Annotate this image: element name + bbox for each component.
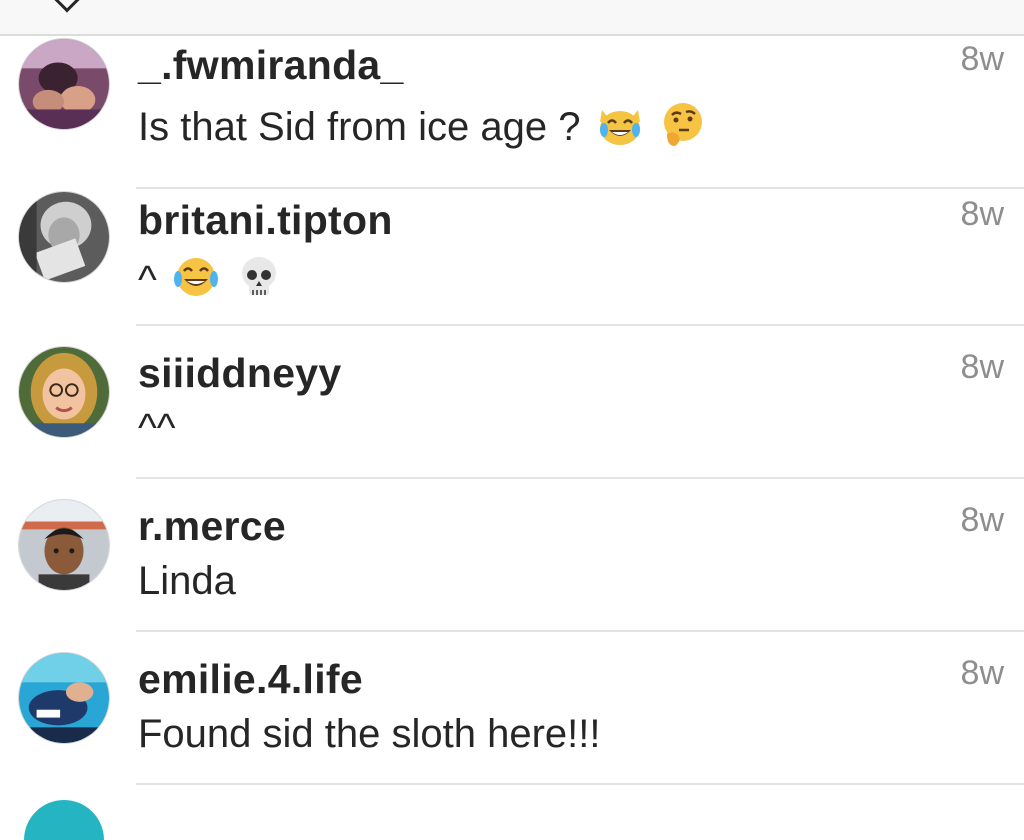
comment-text: Linda [138,559,236,603]
comment-username[interactable]: _.fwmiranda_ [138,42,404,89]
avatar[interactable] [18,499,110,591]
avatar[interactable] [18,191,110,283]
comment-row[interactable]: r.merce Linda 8w [0,479,1024,632]
comment-row[interactable]: siiiddneyy ^^ 8w [0,326,1024,479]
comment-timestamp: 8w [960,501,1004,539]
comment-timestamp: 8w [960,40,1004,78]
avatar[interactable] [24,800,104,840]
comment-username[interactable]: r.merce [138,503,286,550]
top-bar [0,0,1024,36]
comment-text: Found sid the sloth here!!! [138,712,601,756]
comment-timestamp: 8w [960,654,1004,692]
comment-timestamp: 8w [960,348,1004,386]
avatar[interactable] [18,652,110,744]
divider [136,783,1024,785]
avatar[interactable] [18,346,110,438]
comment-text-content: ^ [138,258,157,302]
skull-icon [235,253,283,301]
comment-row[interactable]: britani.tipton ^ 8w [0,173,1024,326]
comment-text: ^^ [138,406,176,450]
cat-tears-of-joy-icon [596,100,644,148]
comment-text: ^ [138,253,283,303]
comment-row[interactable]: emilie.4.life Found sid the sloth here!!… [0,632,1024,785]
thinking-face-icon [659,100,707,148]
comment-username[interactable]: britani.tipton [138,197,393,244]
comment-row[interactable]: _.fwmiranda_ Is that Sid from ice age ? [0,36,1024,189]
comment-username[interactable]: siiiddneyy [138,350,342,397]
comment-timestamp: 8w [960,195,1004,233]
chevron-down-icon[interactable] [51,0,83,13]
comment-username[interactable]: emilie.4.life [138,656,363,703]
comment-text-content: Is that Sid from ice age ? [138,105,581,149]
comment-text: Is that Sid from ice age ? [138,100,707,150]
face-with-tears-of-joy-icon [172,253,220,301]
avatar[interactable] [18,38,110,130]
